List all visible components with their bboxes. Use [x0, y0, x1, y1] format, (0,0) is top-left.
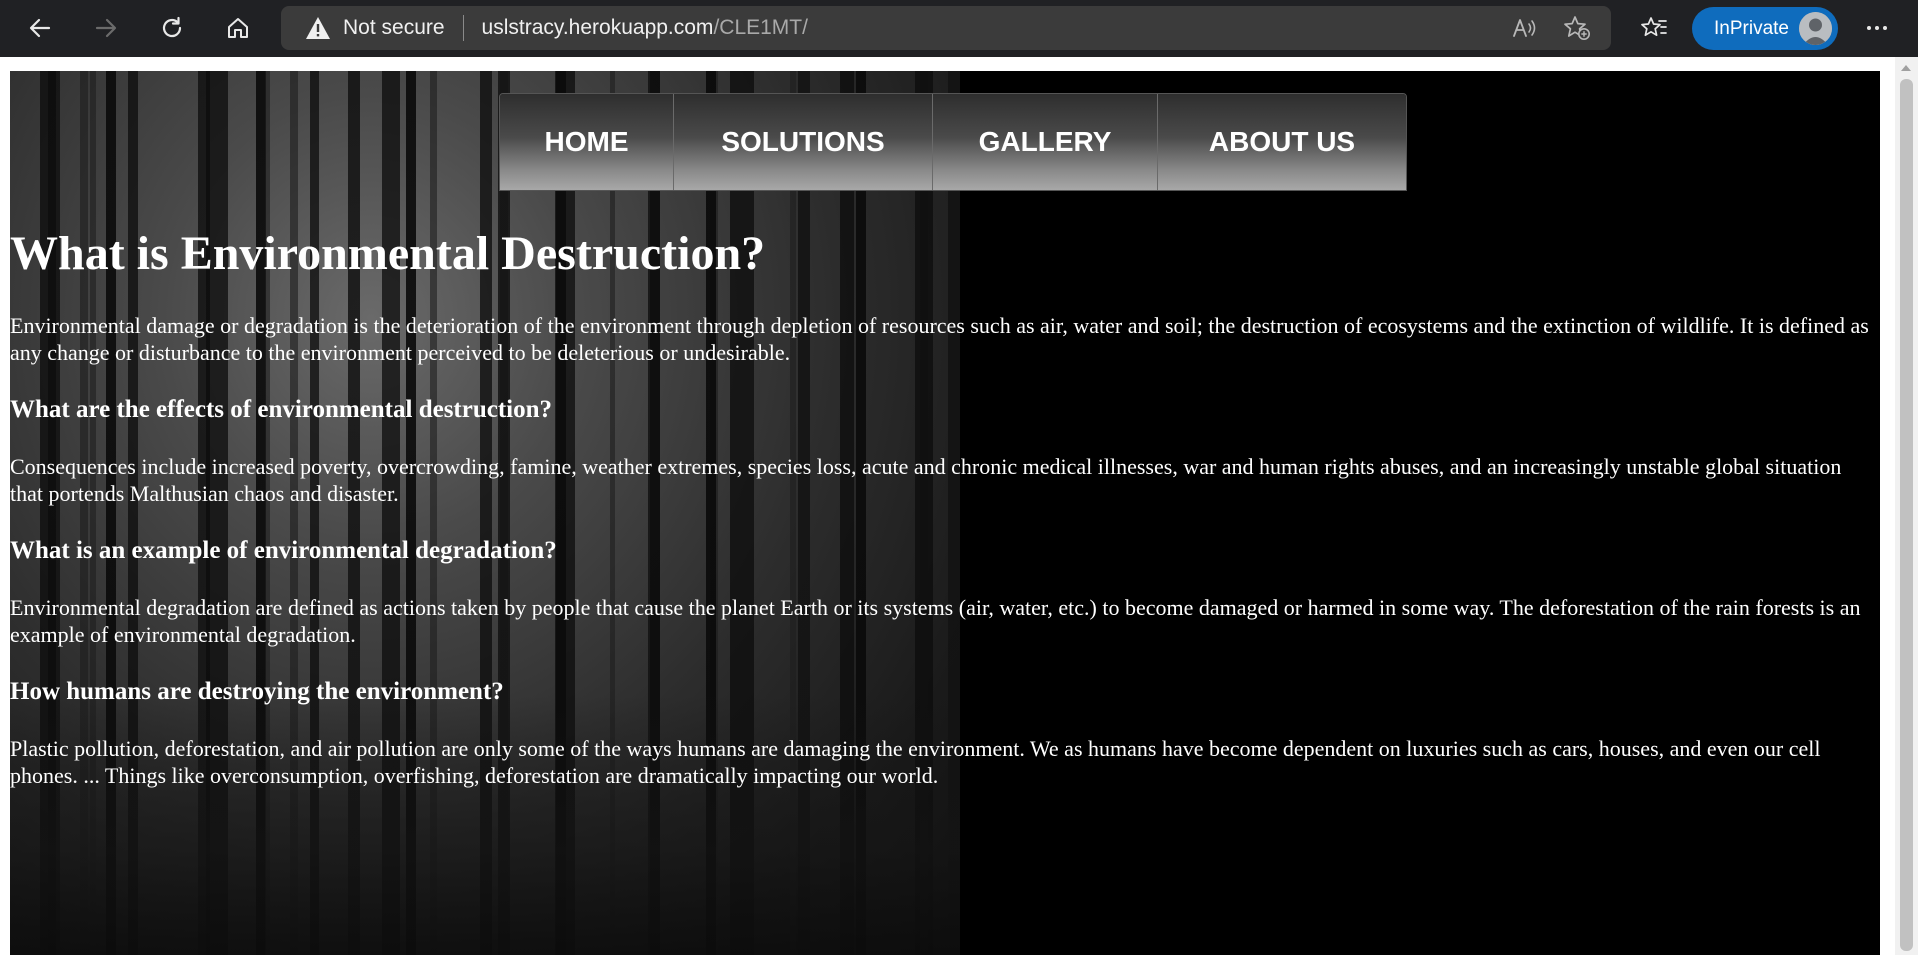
more-button[interactable]	[1857, 8, 1897, 48]
address-separator	[462, 15, 464, 41]
section-heading-effects: What are the effects of environmental de…	[10, 396, 553, 423]
add-favorite-icon[interactable]	[1563, 15, 1591, 41]
nav-item-solutions[interactable]: SOLUTIONS	[674, 94, 933, 190]
refresh-icon	[162, 16, 182, 38]
favorites-icon	[1641, 17, 1667, 37]
scrollbar-thumb[interactable]	[1900, 79, 1913, 951]
section-heading-example: What is an example of environmental degr…	[10, 537, 557, 564]
not-secure-label[interactable]: Not secure	[343, 16, 445, 40]
home-button[interactable]	[218, 8, 258, 48]
page-body: HOME SOLUTIONS GALLERY ABOUT US What is …	[10, 71, 1880, 955]
address-bar[interactable]: Not secure uslstracy.herokuapp.com/CLE1M…	[281, 6, 1611, 50]
read-aloud-icon[interactable]	[1511, 15, 1539, 41]
warning-icon	[305, 15, 331, 41]
refresh-button[interactable]	[152, 8, 192, 48]
section-body-example: Environmental degradation are defined as…	[10, 595, 1861, 647]
avatar	[1799, 12, 1832, 45]
inprivate-label: InPrivate	[1714, 17, 1789, 39]
back-icon	[29, 18, 51, 38]
url-host[interactable]: uslstracy.herokuapp.com	[482, 16, 714, 40]
home-icon	[228, 18, 248, 38]
inprivate-button[interactable]: InPrivate	[1692, 7, 1838, 50]
section-body-effects: Consequences include increased poverty, …	[10, 454, 1842, 506]
browser-toolbar: Not secure uslstracy.herokuapp.com/CLE1M…	[0, 0, 1918, 57]
vertical-scrollbar[interactable]	[1895, 57, 1918, 955]
forward-button[interactable]	[86, 8, 126, 48]
back-button[interactable]	[20, 8, 60, 48]
section-body-humans: Plastic pollution, deforestation, and ai…	[10, 736, 1821, 788]
article-content: What is Environmental Destruction? Envir…	[10, 226, 1872, 789]
page-title: What is Environmental Destruction?	[10, 227, 766, 280]
page-viewport: HOME SOLUTIONS GALLERY ABOUT US What is …	[0, 57, 1918, 955]
intro-paragraph: Environmental damage or degradation is t…	[10, 313, 1869, 365]
section-heading-humans: How humans are destroying the environmen…	[10, 678, 504, 705]
nav-item-home[interactable]: HOME	[500, 94, 674, 190]
forward-icon	[95, 18, 117, 38]
nav-item-about-us[interactable]: ABOUT US	[1158, 94, 1406, 190]
url-path[interactable]: /CLE1MT/	[713, 16, 808, 40]
more-icon	[1867, 26, 1887, 30]
main-nav-menu: HOME SOLUTIONS GALLERY ABOUT US	[499, 93, 1407, 191]
favorites-button[interactable]	[1634, 8, 1674, 48]
nav-item-gallery[interactable]: GALLERY	[933, 94, 1158, 190]
scroll-up-arrow-icon[interactable]	[1901, 65, 1911, 71]
